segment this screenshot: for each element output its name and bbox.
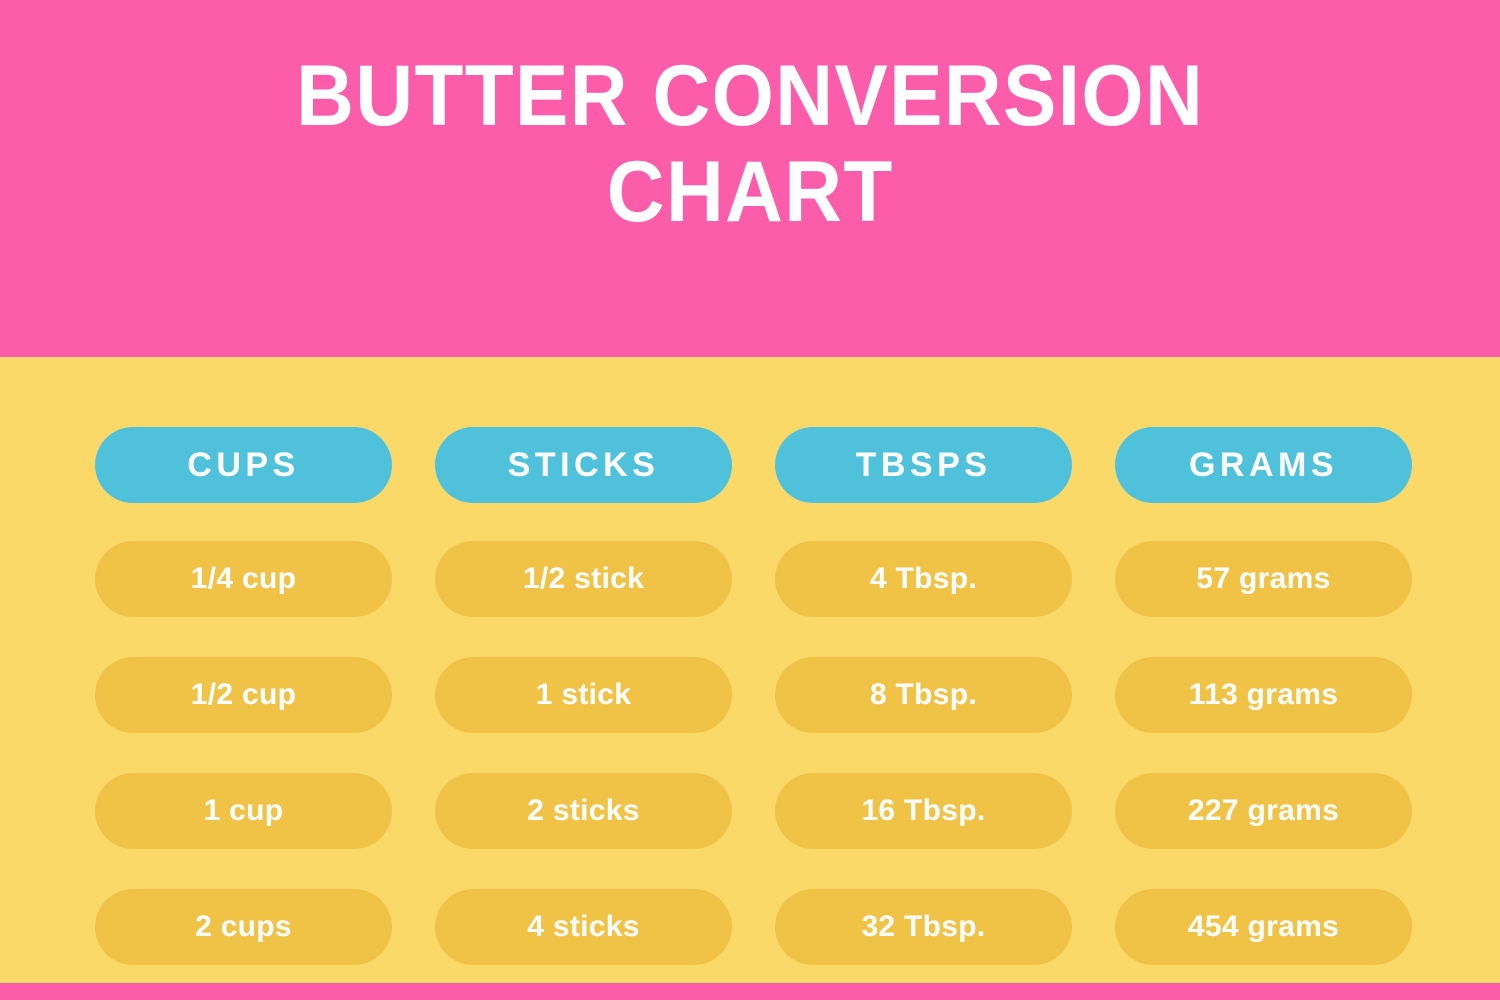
column-header-label: TBSPS (855, 445, 992, 484)
cell-value: 8 Tbsp. (869, 678, 978, 711)
page-title-line-1: BUTTER CONVERSION (296, 48, 1204, 144)
cell-value: 1 cup (203, 794, 284, 827)
cell-value: 1/2 cup (190, 678, 297, 711)
cell-value: 2 sticks (527, 794, 640, 827)
cell-value: 16 Tbsp. (861, 794, 986, 827)
cell-sticks: 1/2 stick (435, 541, 732, 617)
cell-sticks: 2 sticks (435, 773, 732, 849)
column-header-label: GRAMS (1188, 445, 1339, 484)
cell-sticks: 4 sticks (435, 889, 732, 965)
cell-value: 57 grams (1196, 562, 1331, 595)
cell-grams: 454 grams (1115, 889, 1412, 965)
conversion-table: CUPS STICKS TBSPS GRAMS 1/4 cup 1/2 stic… (95, 427, 1412, 965)
cell-tbsps: 4 Tbsp. (775, 541, 1072, 617)
column-header-tbsps: TBSPS (775, 427, 1072, 503)
cell-grams: 227 grams (1115, 773, 1412, 849)
cell-value: 454 grams (1187, 910, 1340, 943)
cell-tbsps: 32 Tbsp. (775, 889, 1072, 965)
cell-value: 32 Tbsp. (861, 910, 986, 943)
cell-cups: 2 cups (95, 889, 392, 965)
column-header-grams: GRAMS (1115, 427, 1412, 503)
cell-cups: 1 cup (95, 773, 392, 849)
cell-value: 113 grams (1188, 678, 1339, 711)
conversion-table-area: CUPS STICKS TBSPS GRAMS 1/4 cup 1/2 stic… (0, 357, 1500, 983)
cell-tbsps: 16 Tbsp. (775, 773, 1072, 849)
table-row: 1/2 cup 1 stick 8 Tbsp. 113 grams (95, 657, 1412, 733)
cell-sticks: 1 stick (435, 657, 732, 733)
column-header-label: STICKS (507, 445, 660, 484)
table-header-row: CUPS STICKS TBSPS GRAMS (95, 427, 1412, 503)
cell-value: 1 stick (535, 678, 632, 711)
cell-cups: 1/2 cup (95, 657, 392, 733)
cell-value: 227 grams (1187, 794, 1340, 827)
cell-value: 4 sticks (527, 910, 640, 943)
column-header-label: CUPS (187, 445, 300, 484)
page-title-line-2: CHART (606, 144, 894, 241)
cell-value: 1/4 cup (190, 562, 297, 595)
butter-conversion-chart-page: BUTTER CONVERSION CHART CUPS STICKS TBSP… (0, 0, 1500, 1000)
cell-grams: 57 grams (1115, 541, 1412, 617)
cell-value: 2 cups (195, 910, 292, 943)
table-row: 1/4 cup 1/2 stick 4 Tbsp. 57 grams (95, 541, 1412, 617)
column-header-cups: CUPS (95, 427, 392, 503)
footer-strip (0, 983, 1500, 1000)
cell-value: 1/2 stick (522, 562, 645, 595)
table-row: 2 cups 4 sticks 32 Tbsp. 454 grams (95, 889, 1412, 965)
cell-grams: 113 grams (1115, 657, 1412, 733)
column-header-sticks: STICKS (435, 427, 732, 503)
cell-tbsps: 8 Tbsp. (775, 657, 1072, 733)
table-row: 1 cup 2 sticks 16 Tbsp. 227 grams (95, 773, 1412, 849)
header-band: BUTTER CONVERSION CHART (0, 0, 1500, 357)
cell-cups: 1/4 cup (95, 541, 392, 617)
cell-value: 4 Tbsp. (869, 562, 978, 595)
